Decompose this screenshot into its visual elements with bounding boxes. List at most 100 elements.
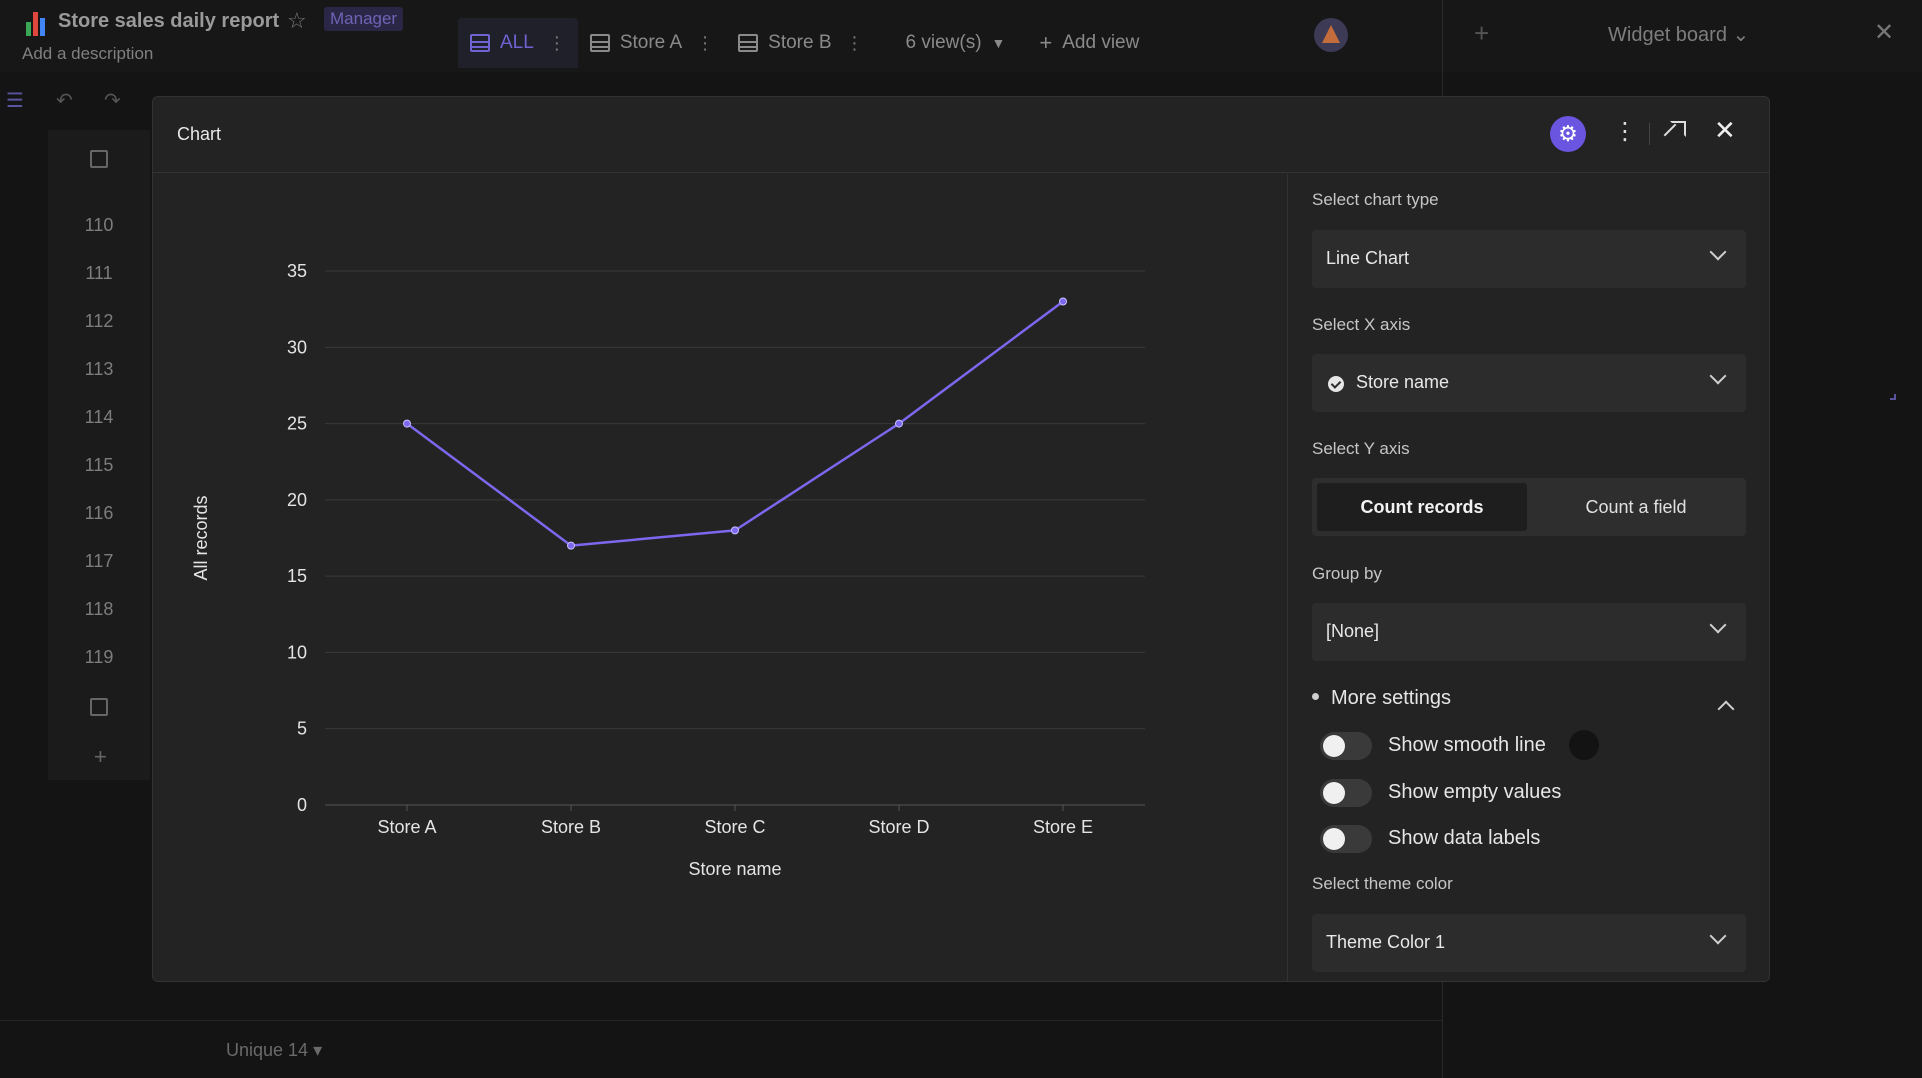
toggle-knob [1323, 782, 1345, 804]
widget-board-title: Widget board [1608, 24, 1727, 46]
row-number: 114 [84, 407, 114, 427]
view-tab-store-b[interactable]: Store B ⋮ [726, 18, 875, 68]
add-view-label: Add view [1062, 32, 1140, 53]
y-tick-label: 10 [287, 642, 307, 662]
select-all-checkbox[interactable] [90, 150, 108, 168]
group-by-value: [None] [1326, 621, 1380, 641]
row-checkbox[interactable] [90, 698, 108, 716]
data-point [567, 541, 575, 550]
x-axis-label: Select X axis [1312, 315, 1411, 334]
x-axis-title: Store name [688, 859, 781, 879]
data-labels-label: Show data labels [1388, 827, 1541, 849]
chevron-up-icon[interactable] [1717, 700, 1735, 718]
x-axis-select[interactable]: Store name [1312, 354, 1746, 412]
chevron-down-icon [1709, 927, 1727, 945]
view-tabs: ALL ⋮ Store A ⋮ Store B ⋮ 6 view(s) ▼ + … [458, 18, 1151, 72]
avatar[interactable] [1314, 18, 1348, 52]
more-vertical-icon[interactable]: ⋮ [548, 33, 566, 54]
chevron-down-icon [1709, 243, 1727, 261]
role-badge: Manager [324, 7, 404, 31]
redo-icon[interactable]: ↷ [104, 88, 121, 113]
close-icon[interactable]: ✕ [1714, 115, 1736, 146]
description-field[interactable]: Add a description [22, 44, 153, 64]
row-number: 110 [84, 215, 114, 235]
chart-type-value: Line Chart [1326, 248, 1410, 268]
settings-gear-icon[interactable]: ⚙ [1550, 116, 1586, 152]
y-axis-segmented: Count records Count a field [1312, 478, 1746, 536]
count-records-option[interactable]: Count records [1317, 483, 1527, 531]
chart-modal: Chart ⚙ ⋮ ✕ 0 5 10 15 20 25 30 35 Store A Store B… [152, 96, 1770, 982]
y-tick-label: 0 [297, 795, 307, 815]
smooth-line-label: Show smooth line [1388, 734, 1546, 756]
group-by-select[interactable]: [None] [1312, 603, 1746, 661]
x-tick-label: Store A [377, 817, 436, 837]
count-field-option[interactable]: Count a field [1531, 483, 1741, 531]
x-axis-value: Store name [1356, 372, 1450, 392]
summary-unique[interactable]: Unique 14 ▾ [226, 1040, 322, 1061]
resize-handle-icon[interactable] [1890, 394, 1896, 400]
y-axis-title: All records [191, 495, 211, 580]
chevron-down-icon [1709, 616, 1727, 634]
chevron-down-icon: ▼ [991, 35, 1006, 51]
y-tick-label: 20 [287, 490, 307, 510]
view-tab-all[interactable]: ALL ⋮ [458, 18, 578, 68]
undo-icon[interactable]: ↶ [56, 88, 73, 113]
toggle-knob [1323, 828, 1345, 850]
y-tick-label: 25 [287, 414, 307, 434]
toggle-knob [1323, 735, 1345, 757]
status-bar [0, 1020, 1442, 1078]
theme-color-value: Theme Color 1 [1326, 932, 1446, 952]
y-tick-label: 15 [287, 566, 307, 586]
widget-board-dropdown[interactable]: Widget board ⌄ [1608, 22, 1749, 47]
chart-type-select[interactable]: Line Chart [1312, 230, 1746, 288]
empty-values-toggle[interactable] [1320, 779, 1372, 807]
add-view-button[interactable]: + Add view [1027, 18, 1151, 68]
settings-panel: Select chart type Line Chart Select X ax… [1288, 174, 1769, 981]
row-number: 116 [84, 503, 114, 523]
y-tick-label: 35 [287, 261, 307, 281]
header-separator [1649, 123, 1650, 145]
line-chart: 0 5 10 15 20 25 30 35 Store A Store B Store C Store… [153, 174, 1287, 981]
data-point [731, 526, 739, 535]
chevron-down-icon [1709, 367, 1727, 385]
grid-icon [738, 34, 759, 52]
row-number: 113 [84, 359, 114, 379]
chart-svg: 0 5 10 15 20 25 30 35 Store A Store B Store C Store… [191, 261, 1145, 879]
more-settings-header[interactable]: More settings [1312, 687, 1451, 710]
view-tab-store-a[interactable]: Store A ⋮ [578, 18, 726, 68]
data-labels-toggle[interactable] [1320, 825, 1372, 853]
more-vertical-icon[interactable]: ⋮ [846, 33, 864, 54]
app-title[interactable]: Store sales daily report [58, 10, 279, 33]
view-tab-label: Store B [768, 32, 832, 53]
star-icon[interactable]: ☆ [287, 8, 307, 34]
bullet-icon [1312, 693, 1319, 701]
row-number: 115 [84, 455, 114, 475]
more-vertical-icon[interactable]: ⋮ [1613, 117, 1637, 146]
cursor-shadow [1569, 730, 1599, 760]
row-number: 112 [84, 311, 114, 331]
modal-header: Chart ⚙ ⋮ ✕ [153, 97, 1769, 173]
grid-icon [589, 34, 610, 52]
y-tick-label: 30 [287, 337, 307, 357]
modal-title: Chart [177, 124, 222, 144]
views-count-dropdown[interactable]: 6 view(s) ▼ [894, 18, 1018, 68]
add-row-icon[interactable]: + [94, 744, 107, 770]
more-settings-label: More settings [1331, 687, 1452, 709]
view-tab-label: Store A [619, 32, 683, 53]
x-tick-label: Store D [868, 817, 929, 837]
data-point [1059, 297, 1067, 306]
view-tab-label: ALL [500, 32, 534, 53]
expand-icon[interactable] [1670, 121, 1686, 137]
chart-logo-icon [24, 8, 48, 36]
row-number: 119 [84, 647, 114, 667]
menu-icon[interactable]: ☰ [6, 88, 24, 113]
more-vertical-icon[interactable]: ⋮ [696, 33, 714, 54]
close-icon[interactable]: ✕ [1874, 18, 1894, 47]
plus-icon[interactable]: + [1474, 18, 1489, 49]
smooth-line-toggle[interactable] [1320, 732, 1372, 760]
y-tick-label: 5 [297, 719, 307, 739]
top-bar: Store sales daily report ☆ Manager Add a… [0, 0, 1922, 72]
empty-values-label: Show empty values [1388, 781, 1562, 803]
theme-color-select[interactable]: Theme Color 1 [1312, 914, 1746, 972]
check-circle-icon [1328, 376, 1344, 392]
